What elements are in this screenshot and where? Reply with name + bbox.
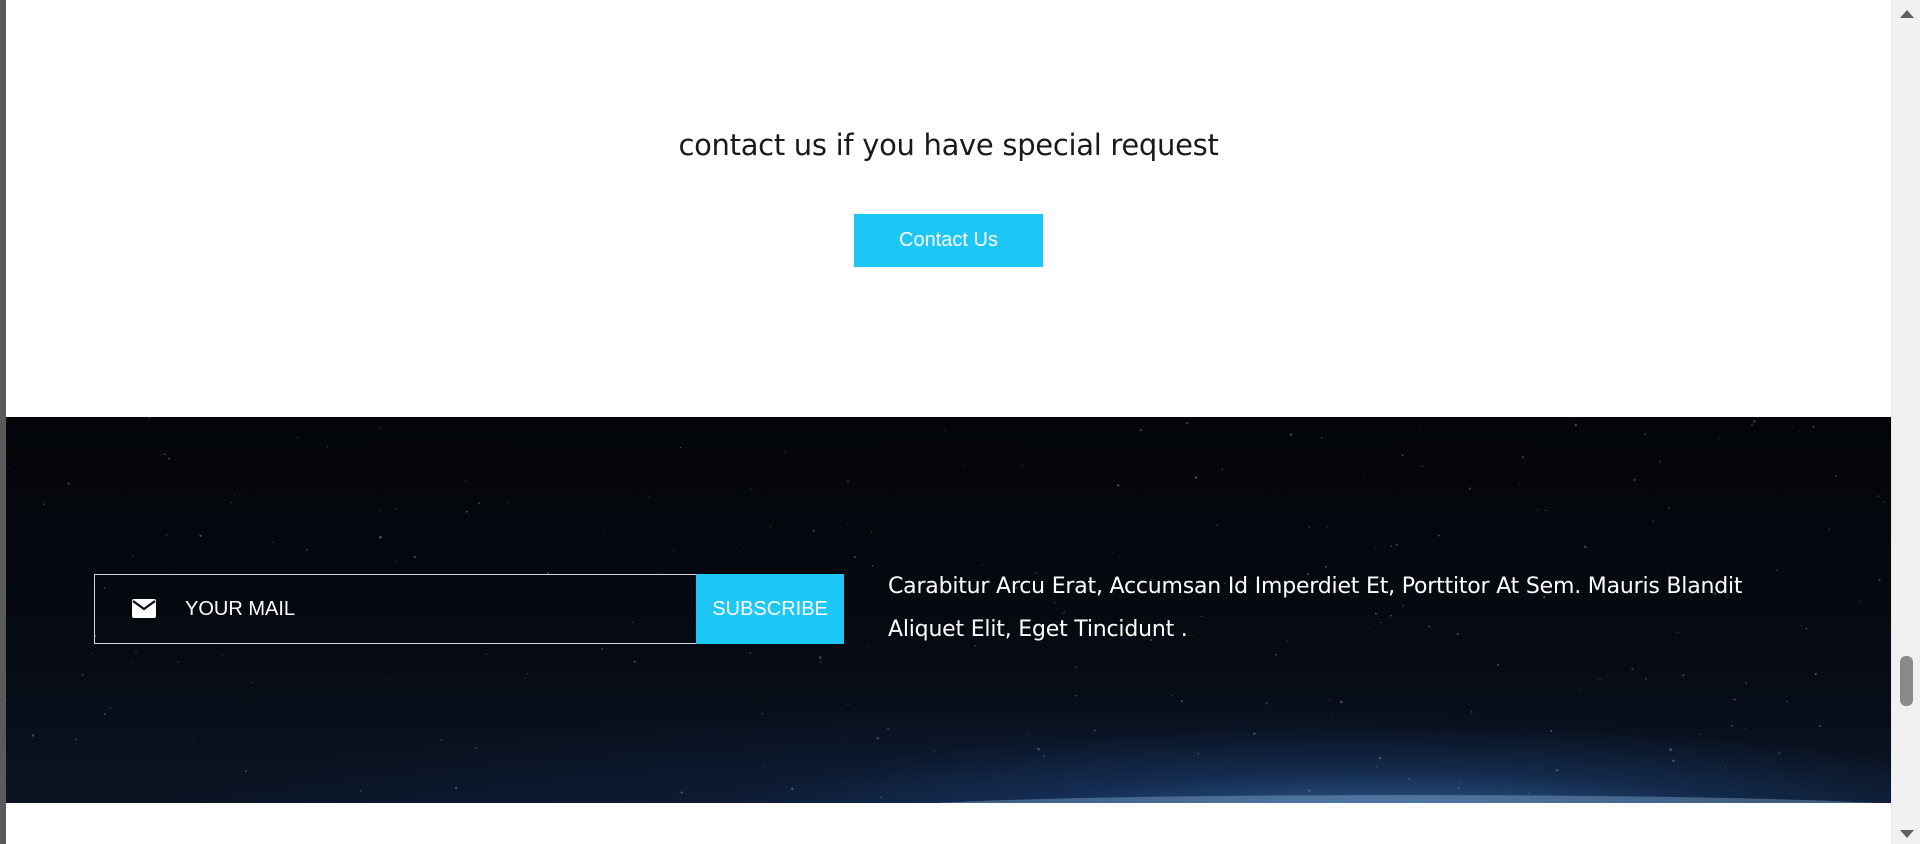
email-field-wrapper [94, 574, 697, 644]
contact-us-button[interactable]: Contact Us [854, 214, 1043, 267]
envelope-icon [132, 599, 156, 618]
scrollbar-thumb[interactable] [1900, 656, 1913, 706]
subscribe-button[interactable]: SUBSCRIBE [696, 574, 844, 644]
scroll-up-arrow-icon[interactable] [1900, 10, 1914, 18]
page-content: contact us if you have special request C… [6, 0, 1891, 844]
newsletter-footer: SUBSCRIBE Carabitur Arcu Erat, Accumsan … [6, 417, 1891, 803]
footer-description: Carabitur Arcu Erat, Accumsan Id Imperdi… [888, 574, 1743, 642]
subscribe-form: SUBSCRIBE [94, 574, 844, 644]
contact-cta-section: contact us if you have special request C… [6, 0, 1891, 417]
page-bottom-strip [6, 803, 1891, 844]
email-input[interactable] [185, 575, 685, 643]
vertical-scrollbar[interactable] [1891, 0, 1920, 844]
cta-heading: contact us if you have special request [678, 128, 1219, 162]
scroll-down-arrow-icon[interactable] [1900, 830, 1914, 838]
browser-viewport: contact us if you have special request C… [0, 0, 1920, 844]
